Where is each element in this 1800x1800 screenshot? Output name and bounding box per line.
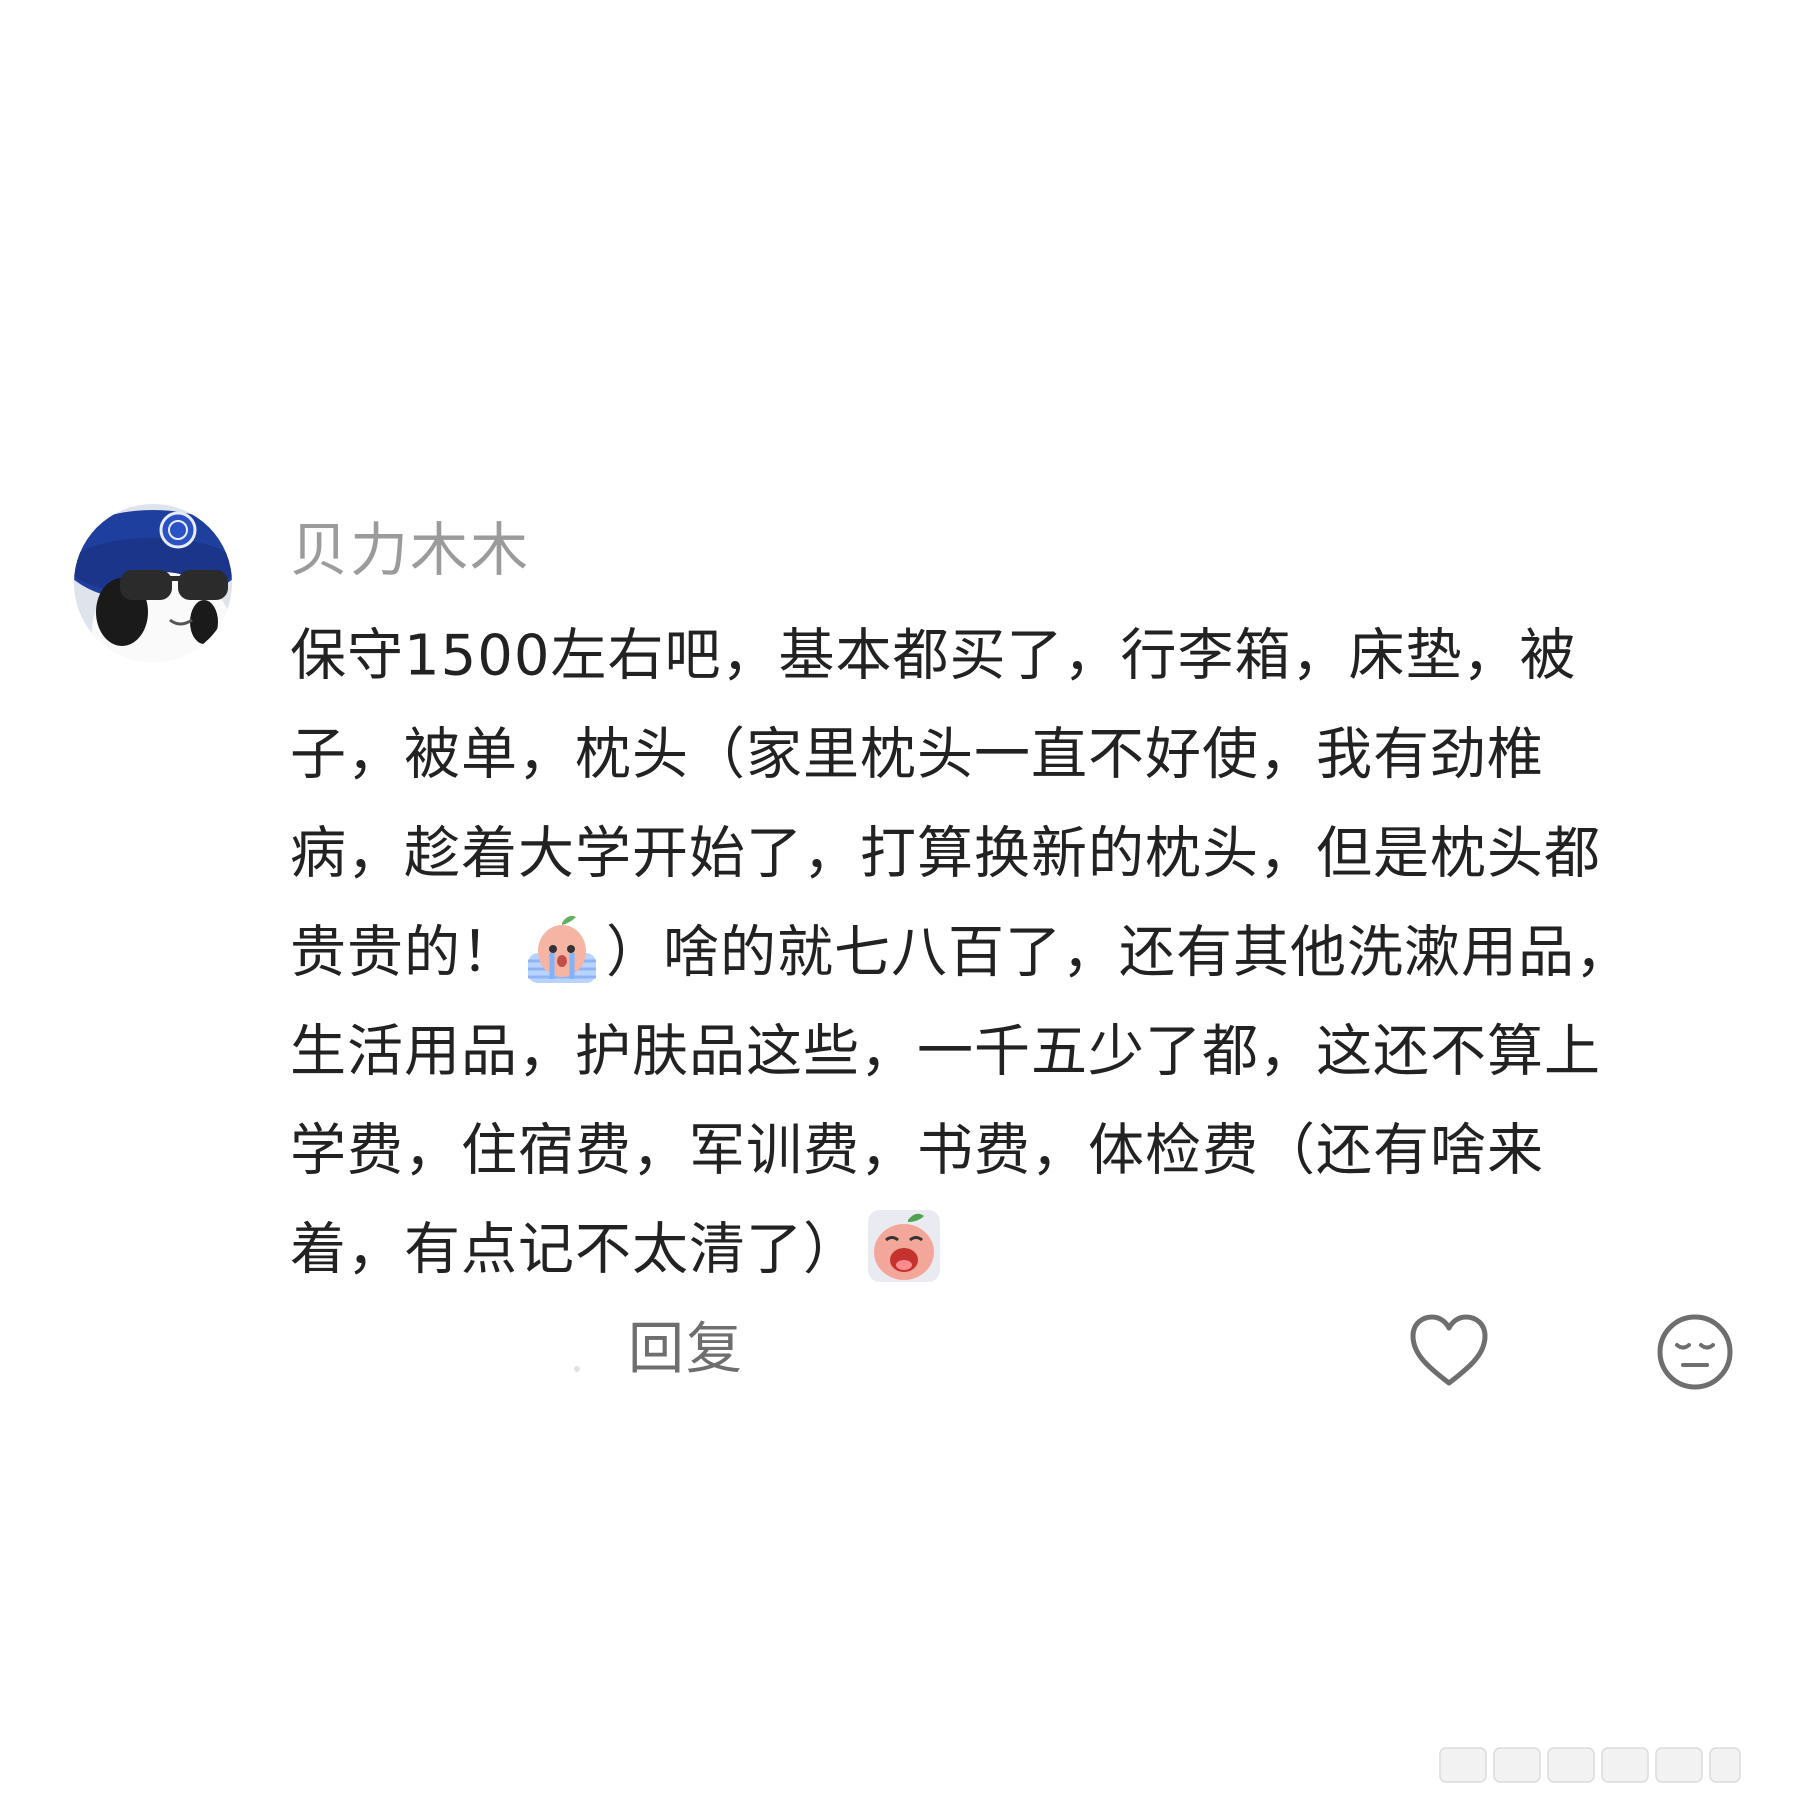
comment-line: 保守1500左右吧，基本都买了，行李箱，床垫，被 [290,623,1577,689]
comment-line: 病，趁着大学开始了，打算换新的枕头，但是枕头都 [290,821,1601,887]
comment-text: 保守1500左右吧，基本都买了，行李箱，床垫，被 子，被单，枕头（家里枕头一直不… [290,603,1730,1296]
dislike-button[interactable] [1656,1313,1734,1391]
like-button[interactable] [1408,1312,1490,1390]
comment-line: 子，被单，枕头（家里枕头一直不好使，我有劲椎 [290,722,1544,788]
separator-dot [574,1366,580,1372]
comment-line: 贵贵的！ ）啥的就七八百了，还有其他洗漱用品， [290,900,1730,999]
reply-button[interactable]: 回复 [628,1315,744,1385]
avatar-image [74,504,232,662]
crying-peach-emoji [524,911,600,987]
avatar[interactable] [74,504,232,662]
wailing-peach-emoji [866,1208,942,1284]
comment-line: 学费，住宿费，军训费，书费，体检费（还有啥来 [290,1118,1544,1184]
comment-line: 着，有点记不太清了） [290,1197,1730,1296]
comment-line: 生活用品，护肤品这些，一千五少了都，这还不算上 [290,1019,1601,1085]
comment-card: 贝力木木 保守1500左右吧，基本都买了，行李箱，床垫，被 子，被单，枕头（家里… [0,0,1800,1800]
meh-face-icon [1657,1314,1733,1390]
username[interactable]: 贝力木木 [290,512,530,588]
weibo-watermark-icon [1438,1740,1744,1790]
heart-outline-icon [1410,1314,1488,1386]
